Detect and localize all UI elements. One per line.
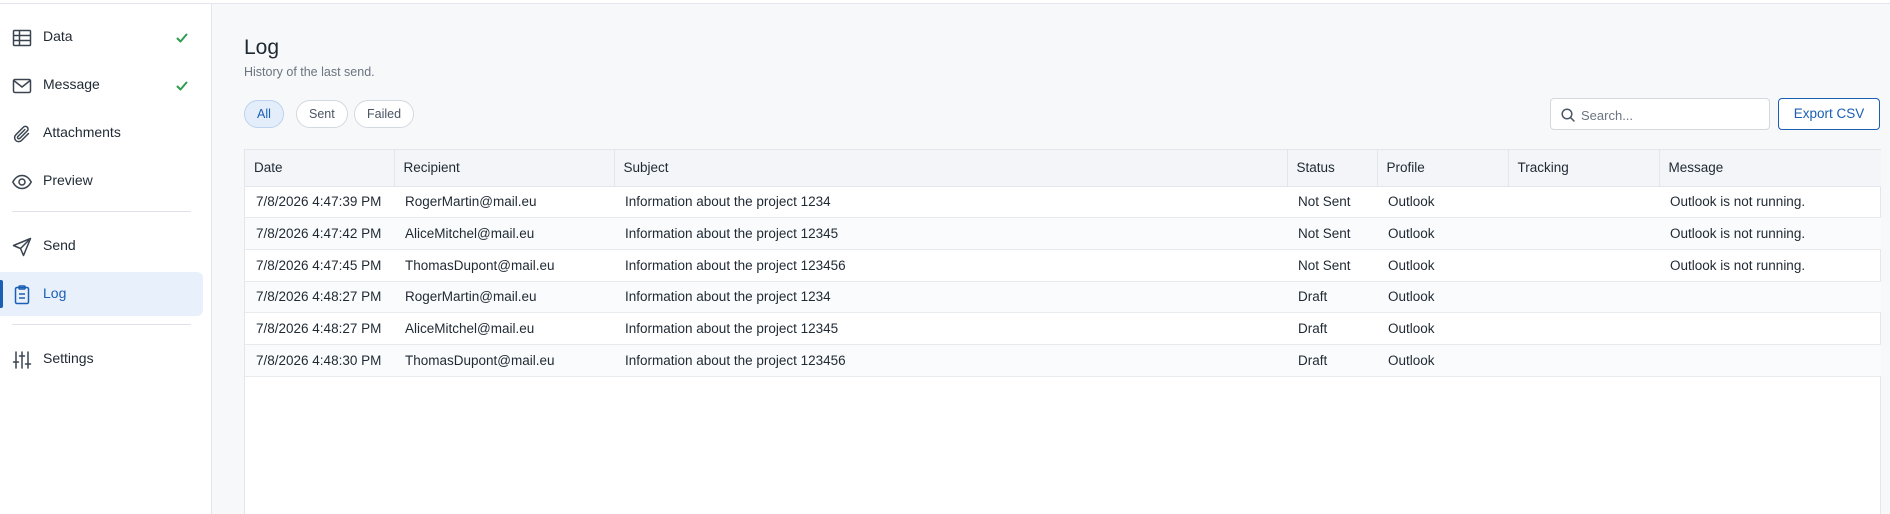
cell-profile: Outlook xyxy=(1377,186,1508,219)
cell-profile: Outlook xyxy=(1377,281,1508,314)
cell-subject: Information about the project 12345 xyxy=(614,312,1287,345)
cell-recipient: RogerMartin@mail.eu xyxy=(394,186,614,219)
cell-date: 7/8/2026 4:48:30 PM xyxy=(245,344,394,377)
column-header-tracking[interactable]: Tracking xyxy=(1508,150,1660,187)
check-icon xyxy=(174,30,190,46)
cell-status: Draft xyxy=(1287,344,1377,377)
search-input[interactable] xyxy=(1581,105,1763,125)
sidebar-item-label: Message xyxy=(43,76,100,92)
cell-status: Draft xyxy=(1287,281,1377,314)
cell-tracking xyxy=(1508,312,1659,345)
eye-icon xyxy=(11,171,33,193)
sidebar-item-data[interactable]: Data xyxy=(0,15,203,59)
sidebar-item-label: Attachments xyxy=(43,124,121,140)
cell-recipient: AliceMitchel@mail.eu xyxy=(394,217,614,250)
mail-icon xyxy=(11,75,33,97)
paperclip-icon xyxy=(11,123,33,145)
table-row[interactable]: 7/8/2026 4:47:39 PM RogerMartin@mail.eu … xyxy=(245,186,1881,219)
cell-message: Outlook is not running. xyxy=(1659,186,1881,219)
table-header-row: Date Recipient Subject Status Profile Tr… xyxy=(245,150,1881,187)
cell-date: 7/8/2026 4:48:27 PM xyxy=(245,281,394,314)
send-icon xyxy=(11,236,33,258)
cell-date: 7/8/2026 4:48:27 PM xyxy=(245,312,394,345)
cell-status: Not Sent xyxy=(1287,249,1377,282)
cell-message xyxy=(1659,312,1881,345)
sliders-icon xyxy=(11,349,33,371)
page-subtitle: History of the last send. xyxy=(244,65,375,79)
cell-profile: Outlook xyxy=(1377,249,1508,282)
cell-subject: Information about the project 12345 xyxy=(614,217,1287,250)
cell-recipient: ThomasDupont@mail.eu xyxy=(394,344,614,377)
sidebar-item-label: Log xyxy=(43,285,67,301)
table-icon xyxy=(11,27,33,49)
cell-profile: Outlook xyxy=(1377,344,1508,377)
log-page: Log History of the last send. All Sent F… xyxy=(213,4,1890,514)
cell-message xyxy=(1659,344,1881,377)
table-row[interactable]: 7/8/2026 4:48:27 PM AliceMitchel@mail.eu… xyxy=(245,312,1881,345)
log-table: Date Recipient Subject Status Profile Tr… xyxy=(244,149,1881,514)
cell-message xyxy=(1659,281,1881,314)
filter-all-chip[interactable]: All xyxy=(244,100,284,128)
sidebar-item-preview[interactable]: Preview xyxy=(0,159,203,203)
clipboard-icon xyxy=(11,284,33,306)
sidebar-item-attachments[interactable]: Attachments xyxy=(0,111,203,155)
cell-subject: Information about the project 1234 xyxy=(614,186,1287,219)
search-icon xyxy=(1560,107,1576,123)
search-box[interactable] xyxy=(1550,98,1770,130)
cell-subject: Information about the project 1234 xyxy=(614,281,1287,314)
page-title: Log xyxy=(244,36,280,59)
cell-message: Outlook is not running. xyxy=(1659,249,1881,282)
cell-status: Not Sent xyxy=(1287,217,1377,250)
column-header-recipient[interactable]: Recipient xyxy=(394,150,615,187)
filter-sent-chip[interactable]: Sent xyxy=(296,100,348,128)
sidebar-item-log[interactable]: Log xyxy=(0,272,203,316)
column-header-subject[interactable]: Subject xyxy=(614,150,1288,187)
column-header-status[interactable]: Status xyxy=(1287,150,1378,187)
cell-tracking xyxy=(1508,249,1659,282)
cell-recipient: AliceMitchel@mail.eu xyxy=(394,312,614,345)
table-row[interactable]: 7/8/2026 4:47:45 PM ThomasDupont@mail.eu… xyxy=(245,249,1881,282)
table-row[interactable]: 7/8/2026 4:48:30 PM ThomasDupont@mail.eu… xyxy=(245,344,1881,377)
column-header-message[interactable]: Message xyxy=(1659,150,1881,187)
cell-status: Draft xyxy=(1287,312,1377,345)
sidebar-item-label: Settings xyxy=(43,350,94,366)
sidebar-item-send[interactable]: Send xyxy=(0,224,203,268)
cell-status: Not Sent xyxy=(1287,186,1377,219)
sidebar-divider xyxy=(12,324,191,325)
cell-tracking xyxy=(1508,281,1659,314)
cell-date: 7/8/2026 4:47:39 PM xyxy=(245,186,394,219)
cell-tracking xyxy=(1508,186,1659,219)
sidebar-divider xyxy=(12,211,191,212)
check-icon xyxy=(174,78,190,94)
sidebar-item-label: Send xyxy=(43,237,76,253)
filter-failed-chip[interactable]: Failed xyxy=(354,100,415,128)
sidebar-item-label: Data xyxy=(43,28,73,44)
column-header-date[interactable]: Date xyxy=(245,150,395,187)
export-csv-button[interactable]: Export CSV xyxy=(1778,98,1880,130)
cell-message: Outlook is not running. xyxy=(1659,217,1881,250)
cell-profile: Outlook xyxy=(1377,217,1508,250)
cell-profile: Outlook xyxy=(1377,312,1508,345)
cell-date: 7/8/2026 4:47:45 PM xyxy=(245,249,394,282)
sidebar-item-label: Preview xyxy=(43,172,93,188)
cell-recipient: ThomasDupont@mail.eu xyxy=(394,249,614,282)
sidebar-item-message[interactable]: Message xyxy=(0,63,203,107)
cell-tracking xyxy=(1508,344,1659,377)
cell-subject: Information about the project 123456 xyxy=(614,249,1287,282)
sidebar: Data Message Attachments Preview Send Lo… xyxy=(0,4,212,514)
cell-tracking xyxy=(1508,217,1659,250)
table-row[interactable]: 7/8/2026 4:47:42 PM AliceMitchel@mail.eu… xyxy=(245,217,1881,250)
cell-subject: Information about the project 123456 xyxy=(614,344,1287,377)
column-header-profile[interactable]: Profile xyxy=(1377,150,1509,187)
sidebar-item-settings[interactable]: Settings xyxy=(0,337,203,381)
cell-date: 7/8/2026 4:47:42 PM xyxy=(245,217,394,250)
table-row[interactable]: 7/8/2026 4:48:27 PM RogerMartin@mail.eu … xyxy=(245,281,1881,314)
cell-recipient: RogerMartin@mail.eu xyxy=(394,281,614,314)
